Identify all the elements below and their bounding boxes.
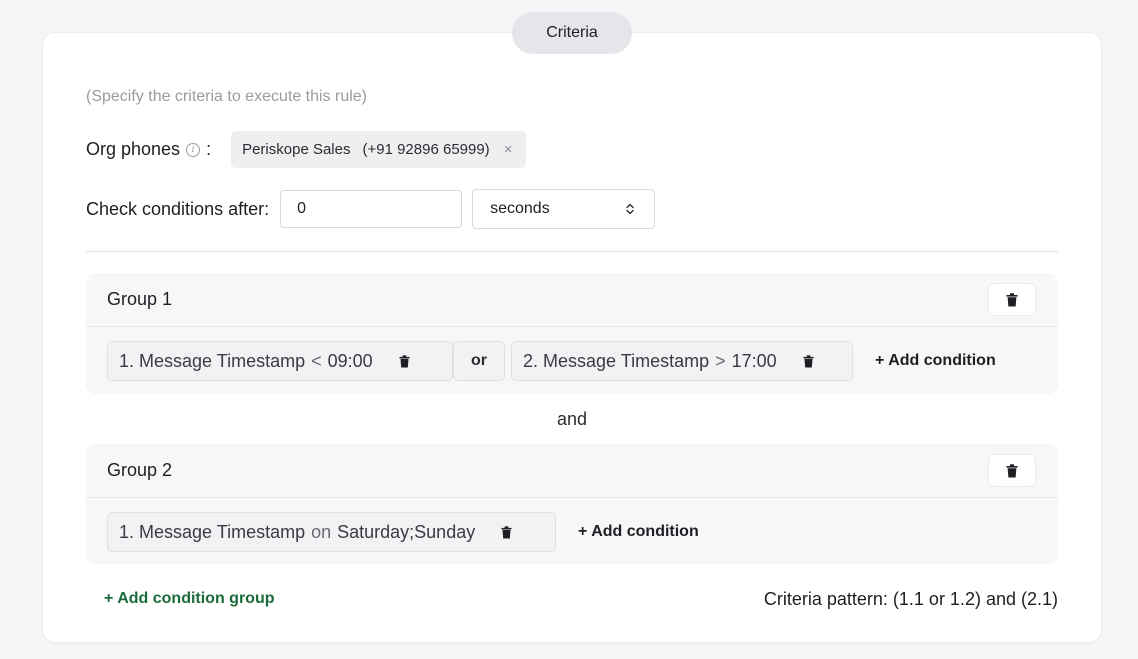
- trash-icon: [1006, 463, 1018, 478]
- remove-phone-icon[interactable]: ×: [504, 141, 513, 158]
- chevron-updown-icon: [626, 203, 634, 215]
- condition-chip[interactable]: 1. Message Timestamp <09:00: [107, 341, 453, 381]
- phone-tag: Periskope Sales (+91 92896 65999) ×: [231, 131, 527, 168]
- condition-index: 2.: [523, 350, 539, 371]
- org-phones-colon: :: [206, 139, 212, 159]
- add-condition-button[interactable]: + Add condition: [578, 523, 699, 541]
- delete-condition-icon[interactable]: [803, 354, 814, 368]
- group-conditions: 1. Message Timestamp on Saturday;Sunday + …: [86, 498, 1058, 566]
- org-phones-row: Org phones i : Periskope Sales (+91 9289…: [86, 131, 527, 168]
- condition-chip[interactable]: 1. Message Timestamp on Saturday;Sunday: [107, 512, 556, 552]
- criteria-hint: (Specify the criteria to execute this ru…: [86, 88, 368, 105]
- condition-field: Message Timestamp: [139, 350, 306, 371]
- condition-operator: >: [715, 350, 726, 371]
- criteria-pattern: Criteria pattern: (1.1 or 1.2) and (2.1): [763, 589, 1058, 609]
- condition-operator: on: [311, 521, 332, 542]
- check-conditions-row: Check conditions after: seconds: [86, 189, 656, 229]
- check-conditions-label: Check conditions after:: [86, 198, 270, 219]
- add-condition-group-button[interactable]: + Add condition group: [104, 590, 275, 608]
- delete-group-button[interactable]: [988, 454, 1036, 487]
- condition-value: 17:00: [731, 350, 777, 371]
- section-divider: [86, 251, 1058, 252]
- info-icon[interactable]: i: [186, 142, 201, 157]
- org-phones-label: Org phones i: [86, 139, 201, 160]
- group-conditions: 1. Message Timestamp <09:00 or 2. Message…: [86, 327, 1058, 395]
- phone-tag-number: (+91 92896 65999): [362, 141, 490, 158]
- delete-condition-icon[interactable]: [399, 354, 410, 368]
- delay-input[interactable]: [280, 190, 463, 228]
- delete-condition-icon[interactable]: [501, 525, 512, 539]
- criteria-section-title: Criteria: [512, 12, 632, 54]
- condition-field: Message Timestamp: [543, 350, 710, 371]
- condition-index: 1.: [119, 350, 135, 371]
- delete-group-button[interactable]: [988, 283, 1036, 316]
- group-joiner-label: and: [556, 409, 588, 429]
- condition-joiner-toggle[interactable]: or: [453, 341, 505, 381]
- group-title: Group 1: [107, 289, 173, 309]
- group-header: Group 1: [86, 273, 1058, 327]
- trash-icon: [1006, 292, 1018, 307]
- group-header: Group 2: [86, 444, 1058, 498]
- criteria-card: (Specify the criteria to execute this ru…: [43, 33, 1101, 642]
- group-title: Group 2: [107, 460, 173, 480]
- condition-chip[interactable]: 2. Message Timestamp >17:00: [511, 341, 853, 381]
- condition-group-2: Group 2 1. Message Timestamp on Saturday;S…: [86, 444, 1058, 564]
- condition-value: 09:00: [327, 350, 373, 371]
- delay-unit-value: seconds: [490, 200, 550, 217]
- condition-operator: <: [311, 350, 322, 371]
- condition-field: Message Timestamp: [139, 521, 306, 542]
- condition-group-1: Group 1 1. Message Timestamp <09:00 or 2.…: [86, 273, 1058, 394]
- org-phones-label-text: Org phones: [86, 139, 181, 159]
- delay-unit-select[interactable]: seconds: [472, 189, 656, 229]
- condition-value: Saturday;Sunday: [337, 521, 476, 542]
- condition-index: 1.: [119, 521, 135, 542]
- phone-tag-name: Periskope Sales: [242, 141, 351, 158]
- add-condition-button[interactable]: + Add condition: [875, 352, 996, 370]
